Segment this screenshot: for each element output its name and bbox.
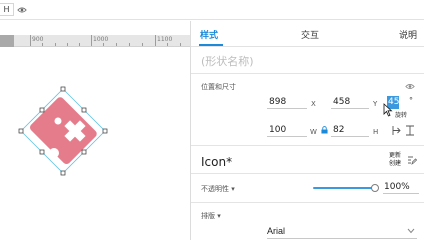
create-label: 创建 <box>388 160 401 167</box>
shape-name-input[interactable]: (形状名称) <box>201 53 254 69</box>
divider <box>191 73 424 74</box>
position-size-label: 位置和尺寸 <box>201 83 236 91</box>
fit-width-icon[interactable] <box>405 125 415 136</box>
height-field[interactable]: 82 <box>331 124 369 137</box>
divider <box>191 173 424 174</box>
top-toolbar: H <box>0 0 424 20</box>
cursor-icon <box>383 103 393 117</box>
update-style-button[interactable]: 更新 创建 <box>387 152 403 168</box>
h-unit-label: H <box>373 128 379 136</box>
width-field[interactable]: 100 <box>267 124 307 137</box>
style-name[interactable]: Icon* <box>201 155 232 169</box>
lock-icon[interactable] <box>321 126 328 134</box>
inspector-tabs: 样式 交互 说明 <box>191 21 424 47</box>
edit-style-icon[interactable] <box>407 155 417 165</box>
opacity-field[interactable]: 100% <box>383 181 419 194</box>
rotation-tooltip: 旋转 <box>395 112 408 119</box>
h-input[interactable]: H <box>0 3 14 16</box>
opacity-label[interactable]: 不透明性 ▾ <box>201 184 235 194</box>
design-canvas[interactable]: 900 1000 1100 <box>0 21 190 240</box>
w-unit-label: W <box>310 128 317 136</box>
divider <box>191 145 424 146</box>
divider <box>191 202 424 203</box>
typography-label[interactable]: 排版 ▾ <box>201 211 221 221</box>
opacity-slider-track[interactable] <box>313 187 375 189</box>
opacity-slider-thumb[interactable] <box>371 184 379 192</box>
fit-height-icon[interactable] <box>392 125 401 136</box>
selected-icon-shape[interactable] <box>0 21 190 240</box>
eye-icon[interactable] <box>405 82 415 91</box>
inspector-panel: 样式 交互 说明 (形状名称) 位置和尺寸 898 X 458 Y 45 ° 旋… <box>190 21 424 240</box>
tab-style[interactable]: 样式 <box>200 28 218 41</box>
active-tab-indicator <box>199 44 223 46</box>
font-family-select[interactable]: Arial <box>267 225 417 239</box>
x-field[interactable]: 898 <box>267 96 307 109</box>
x-unit-label: X <box>311 100 316 108</box>
update-label: 更新 <box>388 152 401 159</box>
eye-icon[interactable] <box>17 5 27 15</box>
y-unit-label: Y <box>373 100 378 108</box>
rotation-unit-label: ° <box>409 96 413 105</box>
font-family-value: Arial <box>267 226 286 236</box>
tab-interaction[interactable]: 交互 <box>301 28 319 41</box>
chevron-down-icon <box>407 228 415 234</box>
y-field[interactable]: 458 <box>331 96 369 109</box>
tab-notes[interactable]: 说明 <box>399 28 417 41</box>
